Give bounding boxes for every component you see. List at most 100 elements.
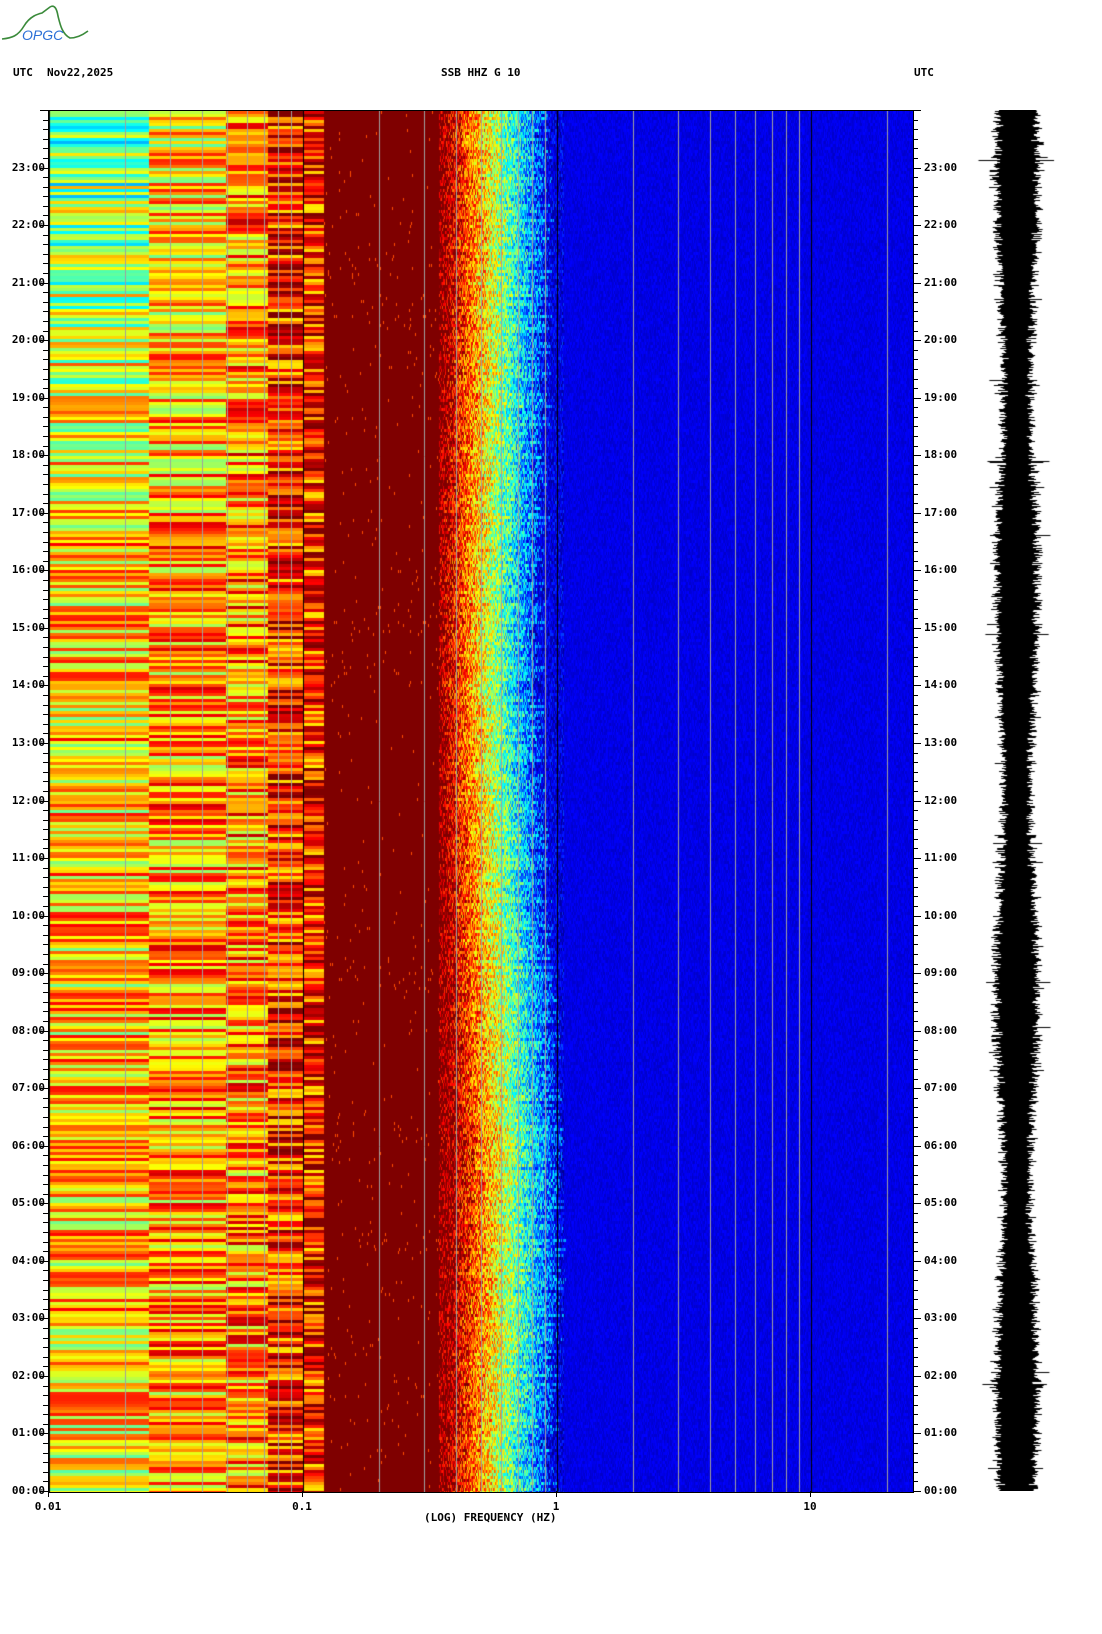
y-tick-label-right: 11:00 — [924, 851, 958, 865]
y-tick-left — [43, 647, 48, 648]
y-tick-left — [43, 1059, 48, 1060]
y-tick-left — [43, 609, 48, 610]
y-tick-left — [43, 436, 48, 437]
y-tick-label-right: 17:00 — [924, 505, 958, 519]
left-timezone-label: UTC — [13, 66, 33, 79]
y-tick-label-right: 06:00 — [924, 1138, 958, 1152]
y-tick-label-right: 01:00 — [924, 1426, 958, 1440]
x-tick-label: 10 — [803, 1500, 817, 1513]
y-tick-left — [43, 1328, 48, 1329]
y-tick-left — [43, 637, 48, 638]
x-tick — [48, 1491, 49, 1497]
y-tick-right — [913, 964, 918, 965]
y-tick-right — [913, 801, 921, 802]
y-tick-right — [913, 1242, 918, 1243]
y-tick-right — [913, 1021, 918, 1022]
y-tick-left — [43, 1280, 48, 1281]
y-tick-left — [43, 887, 48, 888]
opgc-logo: OPGC — [1, 5, 89, 43]
y-tick-right — [913, 292, 918, 293]
y-tick-right — [913, 1050, 918, 1051]
y-tick-left — [43, 273, 48, 274]
y-tick-left — [43, 983, 48, 984]
y-tick-left — [43, 1050, 48, 1051]
x-axis-label: (LOG) FREQUENCY (HZ) — [424, 1511, 557, 1524]
y-tick-left — [43, 369, 48, 370]
y-tick-right — [913, 1433, 921, 1434]
y-tick-left — [43, 714, 48, 715]
y-tick-left — [43, 1309, 48, 1310]
y-tick-label-left: 07:00 — [11, 1081, 45, 1095]
y-tick-right — [913, 321, 918, 322]
y-tick-right — [913, 1405, 918, 1406]
y-tick-right — [913, 1040, 918, 1041]
y-tick-right — [913, 196, 918, 197]
y-tick-right — [913, 331, 918, 332]
y-tick-right — [913, 733, 918, 734]
y-tick-right — [913, 1386, 918, 1387]
y-tick-right — [913, 925, 918, 926]
y-tick-right — [913, 1338, 918, 1339]
y-tick-left — [43, 1107, 48, 1108]
y-tick-right — [913, 484, 918, 485]
y-tick-right — [913, 1462, 918, 1463]
y-tick-left — [43, 311, 48, 312]
y-tick-right — [913, 1414, 918, 1415]
y-tick-right — [913, 407, 918, 408]
y-tick-right — [913, 263, 918, 264]
y-tick-right — [913, 417, 918, 418]
y-tick-left — [43, 753, 48, 754]
y-tick-left — [43, 705, 48, 706]
y-tick-label-left: 14:00 — [11, 678, 45, 692]
y-tick-label-left: 01:00 — [11, 1426, 45, 1440]
y-tick-left — [43, 1414, 48, 1415]
y-tick-left — [43, 925, 48, 926]
y-tick-left — [43, 359, 48, 360]
y-tick-right — [913, 1002, 918, 1003]
y-tick-right — [913, 225, 921, 226]
y-tick-left — [43, 1424, 48, 1425]
y-tick-left — [43, 129, 48, 130]
y-tick-left — [43, 426, 48, 427]
y-tick-right — [913, 187, 918, 188]
y-tick-label-left: 13:00 — [11, 735, 45, 749]
y-tick-right — [913, 215, 918, 216]
y-tick-right — [913, 1270, 918, 1271]
y-tick-left — [43, 561, 48, 562]
y-tick-left — [43, 868, 48, 869]
y-tick-left — [43, 1175, 48, 1176]
y-tick-right — [913, 446, 918, 447]
y-tick-left — [43, 1222, 48, 1223]
y-tick-left — [43, 877, 48, 878]
y-tick-right — [913, 935, 918, 936]
y-tick-left — [43, 1290, 48, 1291]
y-tick-left — [43, 244, 48, 245]
y-tick-right — [913, 551, 918, 552]
x-tick — [302, 1491, 303, 1497]
y-tick-right — [913, 494, 918, 495]
y-tick-left — [43, 1366, 48, 1367]
y-tick-right — [913, 1481, 918, 1482]
y-tick-left — [43, 1242, 48, 1243]
y-tick-label-left: 20:00 — [11, 333, 45, 347]
y-tick-left — [43, 1079, 48, 1080]
y-tick-left — [43, 215, 48, 216]
y-tick-right — [913, 666, 918, 667]
x-tick-label: 0.01 — [34, 1500, 62, 1513]
y-tick-label-right: 14:00 — [924, 678, 958, 692]
y-tick-right — [913, 599, 918, 600]
y-tick-right — [913, 580, 918, 581]
y-tick-label-left: 05:00 — [11, 1196, 45, 1210]
y-tick-right — [913, 426, 918, 427]
y-tick-right — [913, 676, 918, 677]
y-tick-left — [43, 1232, 48, 1233]
y-tick-label-right: 09:00 — [924, 966, 958, 980]
y-tick-left — [43, 935, 48, 936]
y-tick-left — [43, 1011, 48, 1012]
y-tick-right — [913, 590, 918, 591]
y-tick-left — [43, 695, 48, 696]
y-tick-left — [43, 321, 48, 322]
y-tick-right — [913, 254, 918, 255]
y-tick-left — [43, 791, 48, 792]
y-tick-right — [913, 1031, 921, 1032]
